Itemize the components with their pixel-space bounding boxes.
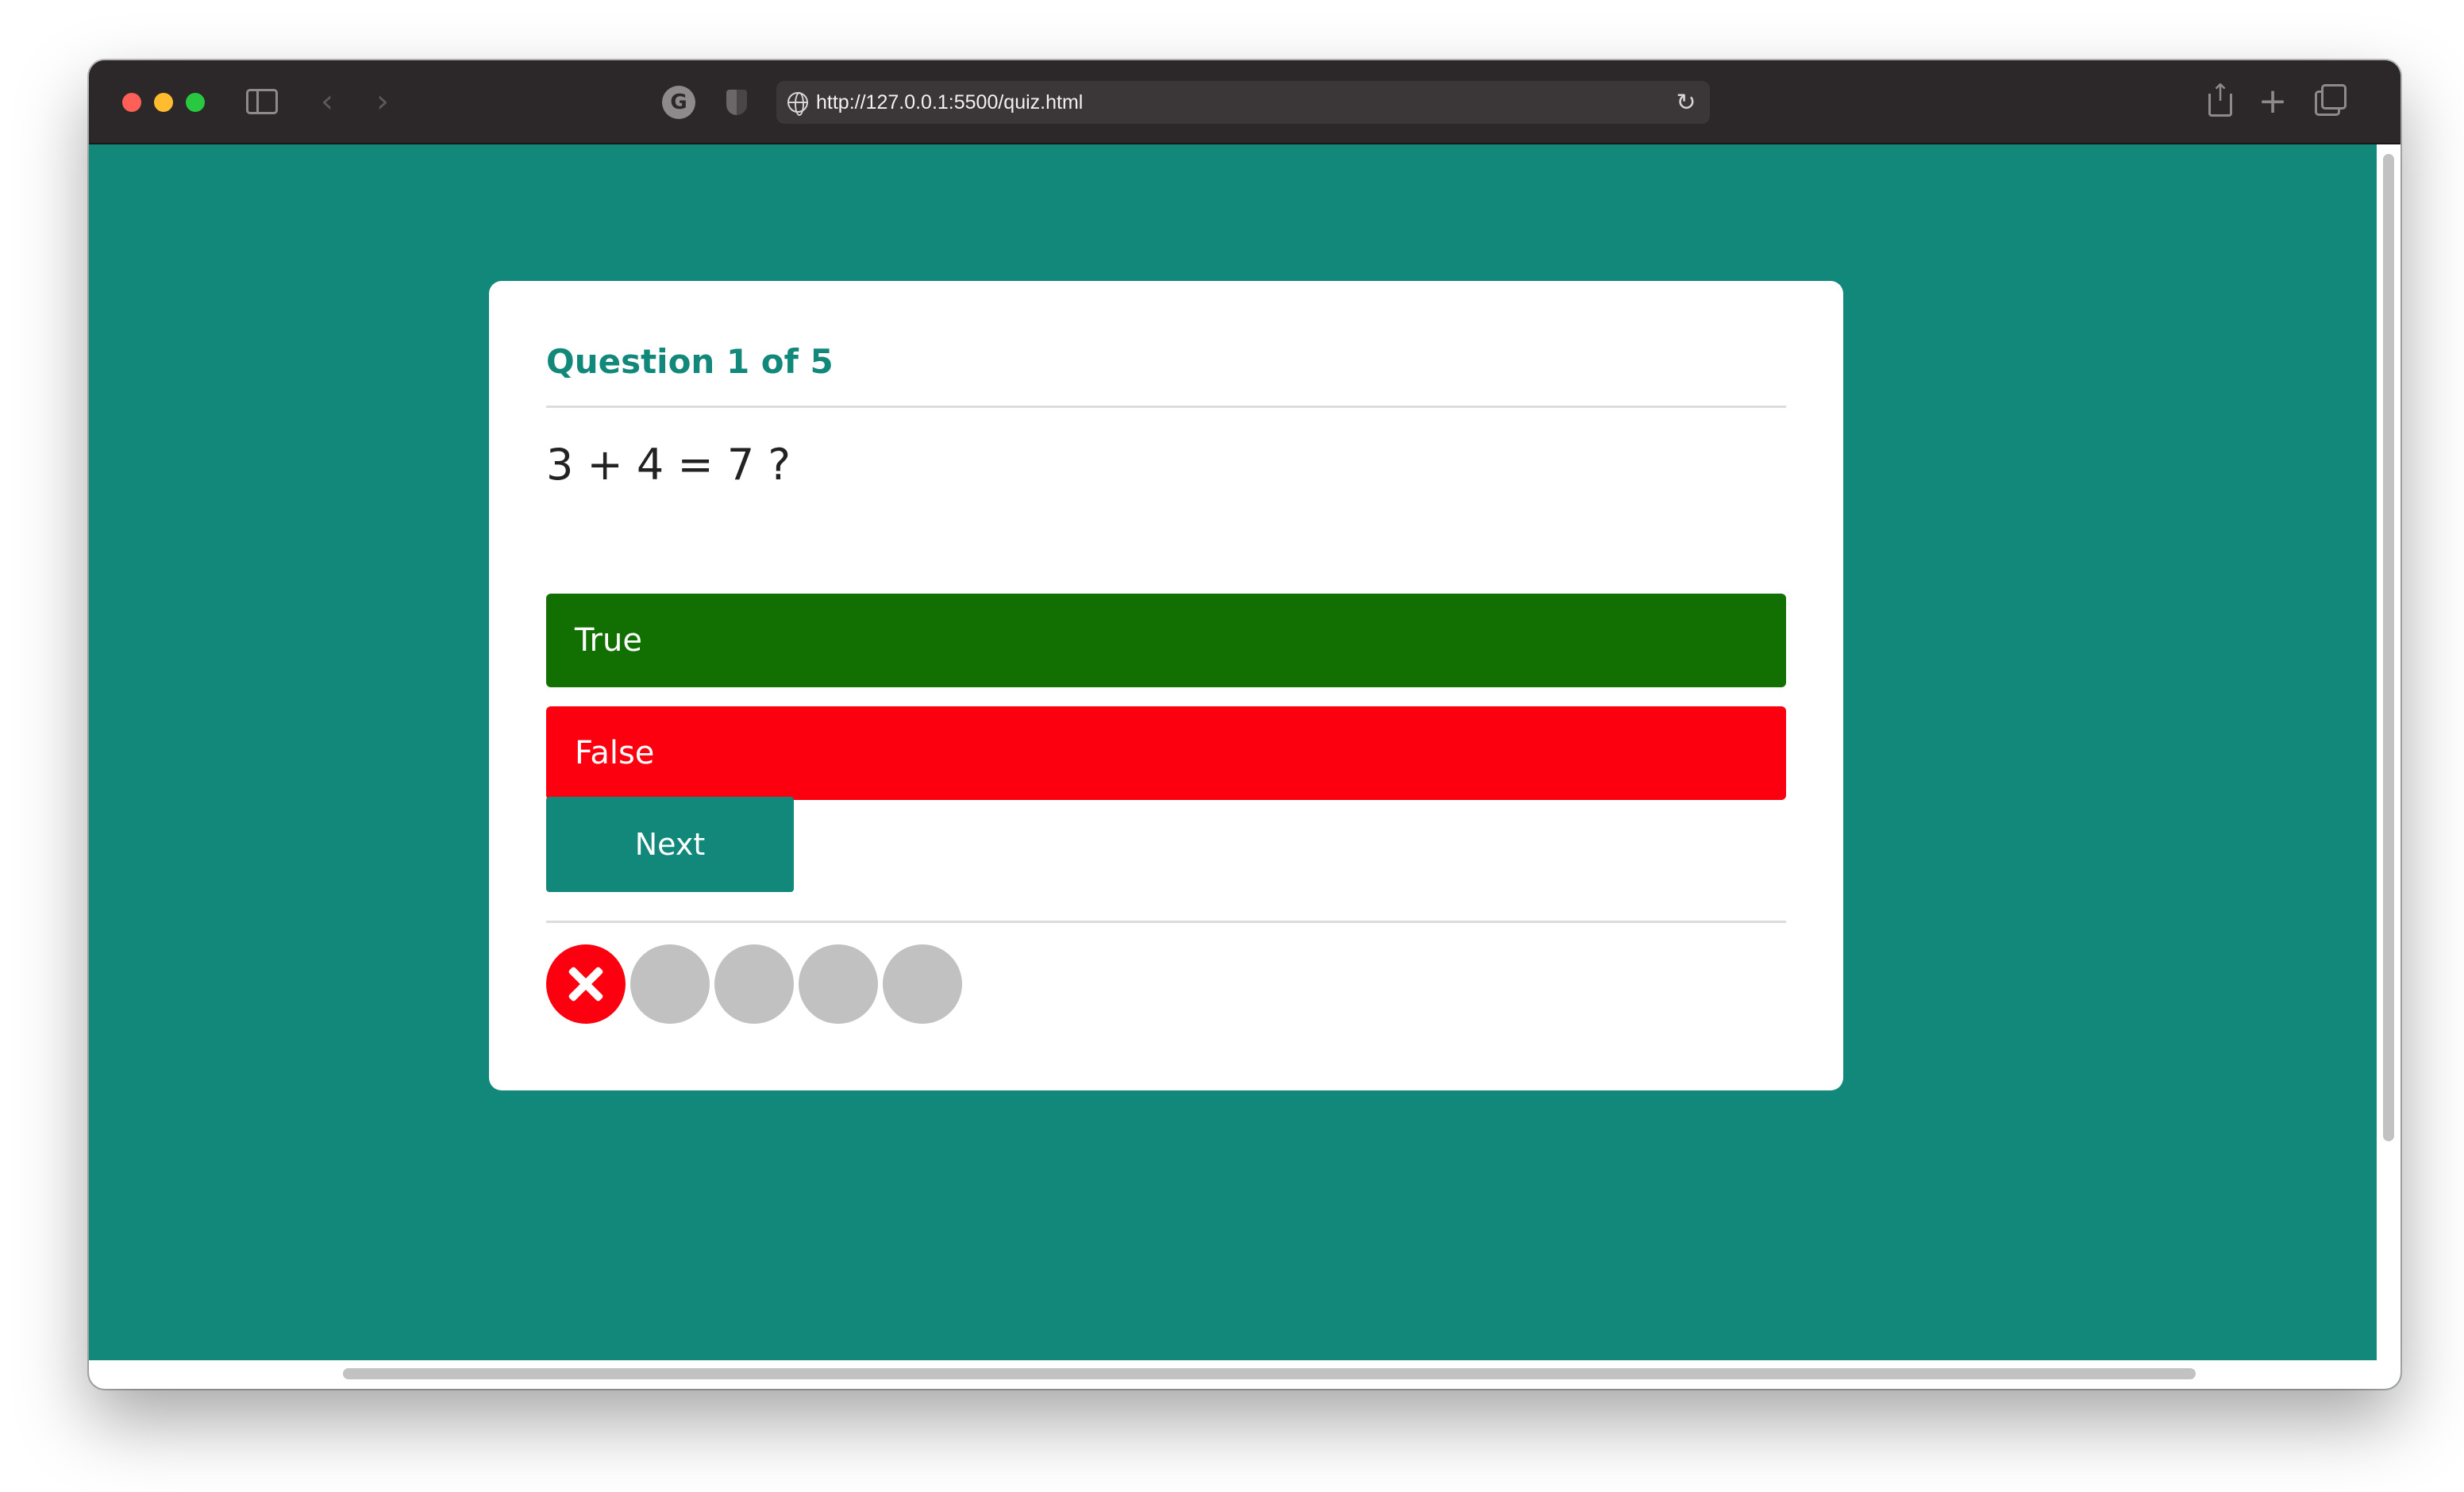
- progress-dot-pending: [714, 944, 794, 1024]
- tabs-overview-icon[interactable]: [2312, 83, 2348, 119]
- answer-false-button[interactable]: False: [546, 706, 1786, 800]
- progress-dot-pending: [630, 944, 710, 1024]
- horizontal-scroll-thumb[interactable]: [343, 1368, 2196, 1379]
- extension-icon[interactable]: G: [662, 86, 695, 119]
- minimize-window-button[interactable]: [154, 93, 173, 112]
- new-tab-icon[interactable]: +: [2254, 79, 2291, 122]
- answer-true-button[interactable]: True: [546, 594, 1786, 687]
- shield-icon[interactable]: [724, 87, 749, 117]
- question-counter: Question 1 of 5: [546, 342, 834, 381]
- close-window-button[interactable]: [122, 93, 141, 112]
- sidebar-icon[interactable]: [246, 89, 278, 114]
- zoom-window-button[interactable]: [186, 93, 205, 112]
- x-icon: [568, 966, 604, 1002]
- back-icon[interactable]: ‹: [311, 83, 343, 121]
- quiz-card: Question 1 of 5 3 + 4 = 7 ? True False N…: [489, 281, 1843, 1090]
- reload-icon[interactable]: ↻: [1672, 87, 1700, 117]
- question-header: Question 1 of 5: [546, 332, 1786, 408]
- page-viewport: Question 1 of 5 3 + 4 = 7 ? True False N…: [89, 144, 2400, 1389]
- vertical-scrollbar[interactable]: [2377, 144, 2400, 1360]
- vertical-scroll-thumb[interactable]: [2383, 154, 2394, 1141]
- question-text: 3 + 4 = 7 ?: [546, 440, 791, 490]
- browser-titlebar: ‹ › G http://127.0.0.1:5500/quiz.html ↻ …: [89, 60, 2400, 144]
- forward-icon[interactable]: ›: [367, 83, 398, 121]
- browser-window: ‹ › G http://127.0.0.1:5500/quiz.html ↻ …: [89, 60, 2400, 1389]
- progress-dot-pending: [883, 944, 962, 1024]
- horizontal-scrollbar[interactable]: [89, 1360, 2400, 1389]
- url-text[interactable]: http://127.0.0.1:5500/quiz.html: [816, 81, 1083, 124]
- address-bar[interactable]: http://127.0.0.1:5500/quiz.html ↻: [776, 81, 1710, 124]
- progress-indicator: [546, 944, 962, 1024]
- share-icon[interactable]: [2200, 79, 2237, 121]
- progress-dot-wrong: [546, 944, 626, 1024]
- next-button[interactable]: Next: [546, 797, 794, 892]
- divider: [546, 921, 1786, 923]
- progress-dot-pending: [799, 944, 878, 1024]
- globe-icon: [787, 92, 808, 116]
